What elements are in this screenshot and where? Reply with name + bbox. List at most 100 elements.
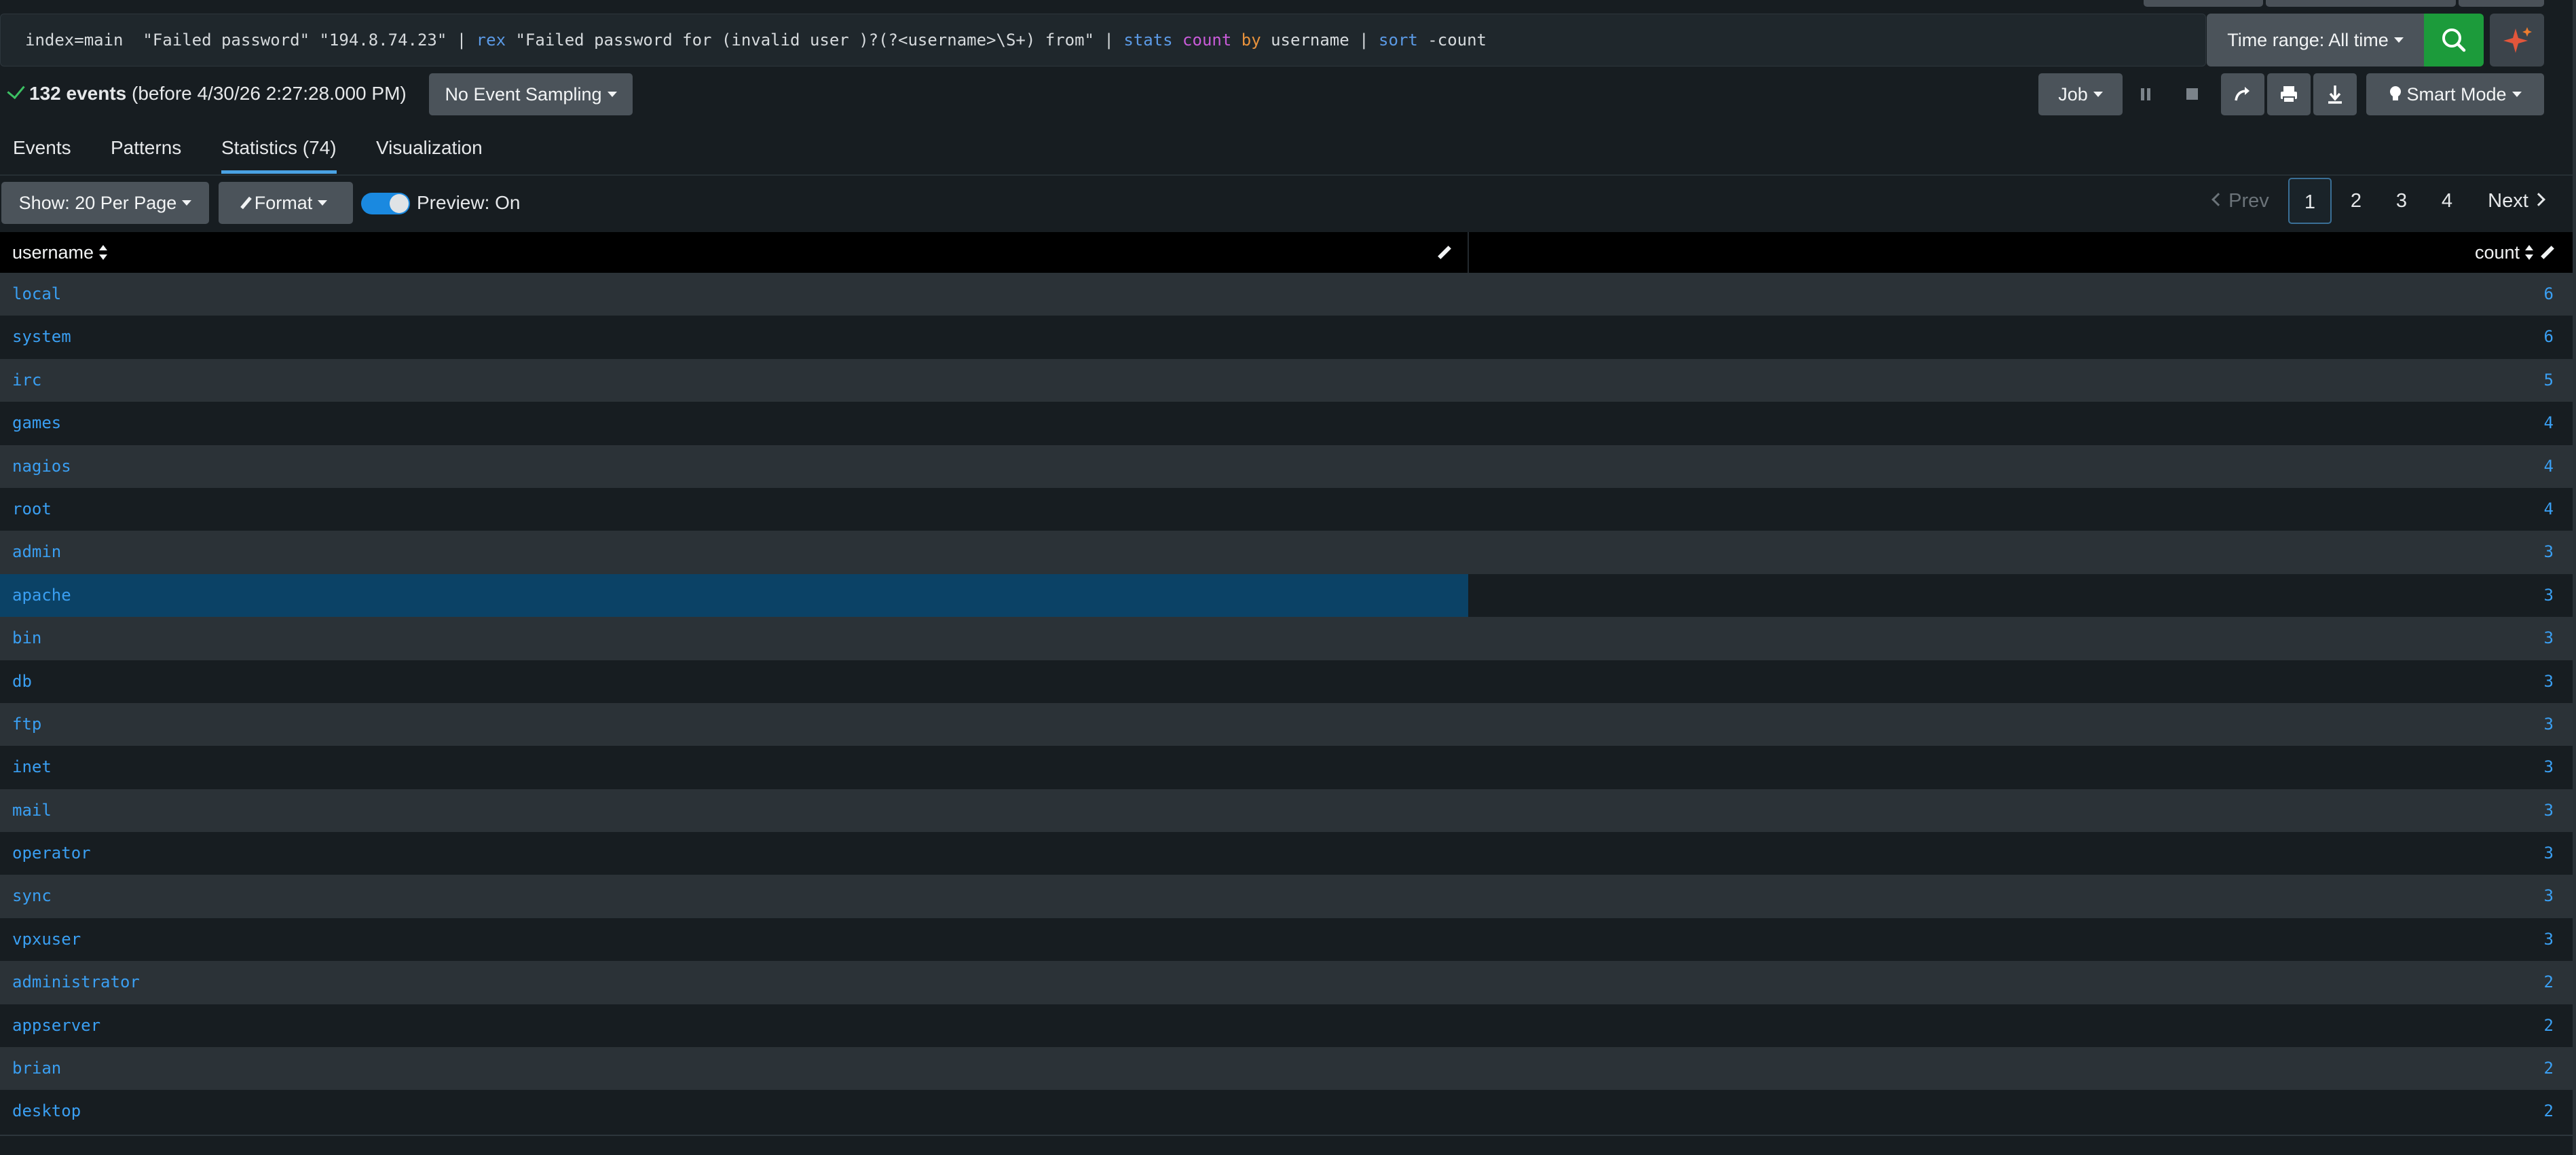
sort-icon[interactable] <box>2525 244 2533 260</box>
table-row[interactable]: appserver 2 <box>0 1004 2573 1048</box>
edit-column-icon[interactable] <box>1438 246 1451 259</box>
username-cell[interactable]: brian <box>12 1047 61 1090</box>
table-row[interactable]: games 4 <box>0 402 2573 445</box>
table-row[interactable]: db 3 <box>0 660 2573 703</box>
print-button[interactable] <box>2267 73 2311 115</box>
table-row[interactable]: vpxuser 3 <box>0 917 2573 962</box>
top-toolbar-button-partial[interactable] <box>2459 0 2544 7</box>
table-row[interactable]: system 6 <box>0 316 2573 359</box>
count-cell[interactable]: 4 <box>2544 445 2554 488</box>
username-cell[interactable]: mail <box>12 789 52 832</box>
table-row[interactable]: ftp 3 <box>0 702 2573 746</box>
username-cell[interactable]: bin <box>12 617 41 660</box>
column-header-username[interactable]: username <box>12 232 108 273</box>
table-row[interactable]: bin 3 <box>0 617 2573 660</box>
time-range-picker[interactable]: Time range: All time <box>2207 14 2424 67</box>
pause-button[interactable] <box>2125 73 2166 115</box>
table-row[interactable]: root 4 <box>0 487 2573 531</box>
count-cell[interactable]: 3 <box>2544 660 2554 703</box>
count-cell[interactable]: 4 <box>2544 488 2554 531</box>
tab-visualization[interactable]: Visualization <box>376 129 483 175</box>
column-divider[interactable] <box>1468 232 1469 273</box>
username-cell[interactable]: inet <box>12 746 52 789</box>
top-toolbar-button-partial[interactable] <box>2144 0 2263 7</box>
chevron-right-icon <box>2531 193 2545 207</box>
pagination-page-4[interactable]: 4 <box>2425 178 2469 224</box>
count-cell[interactable]: 3 <box>2544 875 2554 917</box>
table-row[interactable]: operator 3 <box>0 832 2573 875</box>
search-button[interactable] <box>2424 14 2484 67</box>
username-cell[interactable]: local <box>12 273 61 316</box>
count-cell[interactable]: 3 <box>2544 918 2554 961</box>
username-cell[interactable]: root <box>12 488 52 531</box>
table-row[interactable]: inet 3 <box>0 746 2573 789</box>
count-cell[interactable]: 3 <box>2544 531 2554 573</box>
export-button[interactable] <box>2313 73 2357 115</box>
count-cell[interactable]: 3 <box>2544 832 2554 875</box>
table-row[interactable]: nagios 4 <box>0 444 2573 488</box>
share-button[interactable] <box>2221 73 2264 115</box>
username-cell[interactable]: system <box>12 316 71 358</box>
count-cell[interactable]: 3 <box>2544 617 2554 660</box>
tab-events[interactable]: Events <box>13 129 71 175</box>
count-cell[interactable]: 3 <box>2544 574 2554 617</box>
search-mode-dropdown[interactable]: Smart Mode <box>2366 73 2544 115</box>
username-cell[interactable]: ftp <box>12 703 41 746</box>
count-cell[interactable]: 4 <box>2544 402 2554 444</box>
preview-toggle[interactable] <box>361 193 410 214</box>
table-row[interactable]: local 6 <box>0 273 2573 316</box>
event-sampling-dropdown[interactable]: No Event Sampling <box>429 73 633 115</box>
pagination-page-1[interactable]: 1 <box>2288 178 2332 224</box>
pagination-page-2[interactable]: 2 <box>2334 178 2378 224</box>
table-row[interactable]: desktop 2 <box>0 1090 2573 1133</box>
count-cell[interactable]: 3 <box>2544 789 2554 832</box>
username-cell[interactable]: operator <box>12 832 91 875</box>
time-range-label: Time range: All time <box>2227 30 2389 50</box>
username-cell[interactable]: appserver <box>12 1004 100 1047</box>
username-cell[interactable]: desktop <box>12 1090 81 1133</box>
search-query-text[interactable]: index=main "Failed password" "194.8.74.2… <box>25 14 1487 66</box>
edit-column-icon[interactable] <box>2541 246 2554 259</box>
table-row[interactable]: admin 3 <box>0 531 2573 574</box>
pagination-next[interactable]: Next <box>2480 178 2551 224</box>
query-token: by <box>1241 31 1261 50</box>
count-cell[interactable]: 2 <box>2544 961 2554 1004</box>
ai-assistant-button[interactable] <box>2490 14 2544 67</box>
column-header-count[interactable]: count <box>2475 232 2533 273</box>
username-cell[interactable]: vpxuser <box>12 918 81 961</box>
username-cell[interactable]: nagios <box>12 445 71 488</box>
table-row[interactable]: irc 5 <box>0 358 2573 402</box>
table-row[interactable]: apache 3 <box>0 573 2573 618</box>
count-cell[interactable]: 6 <box>2544 316 2554 358</box>
count-cell[interactable]: 2 <box>2544 1047 2554 1090</box>
tab-patterns[interactable]: Patterns <box>111 129 181 175</box>
scrollbar[interactable] <box>2573 0 2576 1155</box>
count-cell[interactable]: 2 <box>2544 1004 2554 1047</box>
sort-icon[interactable] <box>99 244 108 260</box>
count-cell[interactable]: 5 <box>2544 359 2554 402</box>
pagination-prev[interactable]: Prev <box>2207 178 2275 224</box>
username-cell[interactable]: admin <box>12 531 61 573</box>
pagination-page-3[interactable]: 3 <box>2380 178 2423 224</box>
tab-statistics[interactable]: Statistics (74) <box>221 129 337 175</box>
username-cell[interactable]: apache <box>12 574 71 617</box>
rows-per-page-dropdown[interactable]: Show: 20 Per Page <box>1 182 209 224</box>
username-cell[interactable]: irc <box>12 359 41 402</box>
table-row[interactable]: mail 3 <box>0 789 2573 833</box>
format-dropdown[interactable]: Format <box>219 182 353 224</box>
table-row[interactable]: sync 3 <box>0 875 2573 918</box>
count-cell[interactable]: 3 <box>2544 703 2554 746</box>
stop-button[interactable] <box>2171 73 2212 115</box>
job-menu-button[interactable]: Job <box>2038 73 2123 115</box>
username-cell[interactable]: administrator <box>12 961 140 1004</box>
count-cell[interactable]: 6 <box>2544 273 2554 316</box>
username-cell[interactable]: sync <box>12 875 52 917</box>
username-cell[interactable]: db <box>12 660 32 703</box>
count-cell[interactable]: 2 <box>2544 1090 2554 1133</box>
top-toolbar-button-partial[interactable] <box>2266 0 2456 7</box>
username-cell[interactable]: games <box>12 402 61 444</box>
table-row[interactable]: administrator 2 <box>0 961 2573 1004</box>
count-cell[interactable]: 3 <box>2544 746 2554 789</box>
search-query-input[interactable]: index=main "Failed password" "194.8.74.2… <box>0 14 2206 67</box>
table-row[interactable]: brian 2 <box>0 1047 2573 1091</box>
